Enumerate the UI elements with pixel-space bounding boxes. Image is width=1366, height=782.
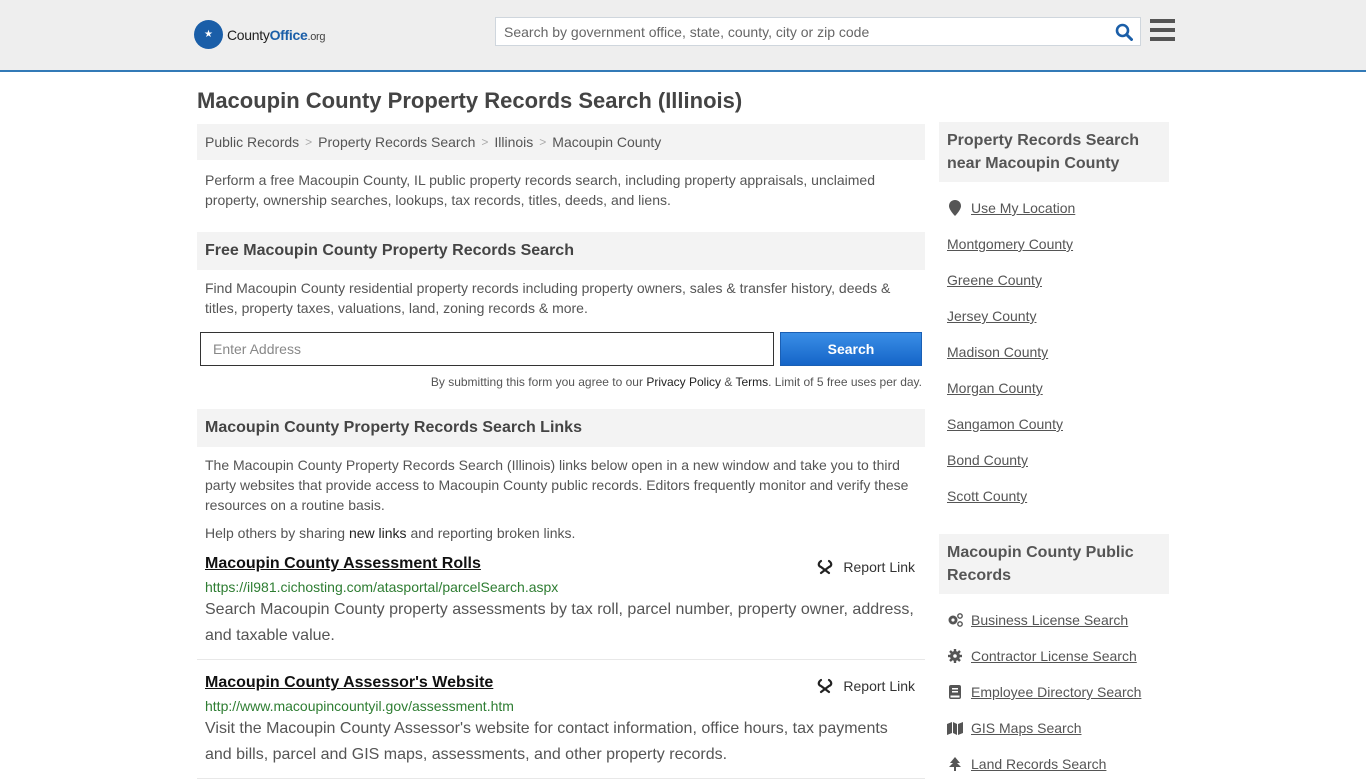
nearby-county-link[interactable]: Montgomery County: [947, 236, 1073, 252]
site-header: ★ CountyOffice.org: [0, 0, 1366, 72]
public-record-item: Business License Search: [947, 602, 1161, 638]
disclaimer-amp: &: [721, 375, 736, 389]
cogs-icon: [947, 613, 963, 627]
nearby-county-link[interactable]: Morgan County: [947, 380, 1043, 396]
public-record-item: Employee Directory Search: [947, 674, 1161, 710]
gear-icon: [947, 649, 963, 663]
form-disclaimer: By submitting this form you agree to our…: [197, 375, 925, 389]
help-text: Help others by sharing new links and rep…: [197, 515, 925, 541]
privacy-policy-link[interactable]: Privacy Policy: [646, 375, 721, 389]
disclaimer-suffix: . Limit of 5 free uses per day.: [768, 375, 922, 389]
link-description: Visit the Macoupin County Assessor's web…: [205, 720, 888, 763]
nearby-county-item: Greene County: [947, 262, 1161, 298]
nearby-county-item: Madison County: [947, 334, 1161, 370]
public-records-list: Business License Search Contractor Licen…: [939, 594, 1169, 782]
hamburger-bar: [1150, 37, 1175, 41]
public-record-item: Land Records Search: [947, 746, 1161, 782]
breadcrumb-illinois[interactable]: Illinois: [494, 134, 533, 150]
nearby-county-item: Montgomery County: [947, 226, 1161, 262]
nearby-county-item: Bond County: [947, 442, 1161, 478]
menu-button[interactable]: [1150, 19, 1175, 41]
employee-directory-search-link[interactable]: Employee Directory Search: [971, 684, 1141, 700]
help-suffix: and reporting broken links.: [406, 525, 576, 541]
nearby-list: Use My Location Montgomery County Greene…: [939, 182, 1169, 514]
use-my-location-item: Use My Location: [947, 190, 1161, 226]
hamburger-bar: [1150, 28, 1175, 32]
new-links-link[interactable]: new links: [349, 525, 407, 541]
link-url: https://il981.cichosting.com/atasportal/…: [205, 579, 559, 595]
site-search-input[interactable]: [496, 18, 1108, 45]
link-title[interactable]: Macoupin County Assessment Rolls: [205, 555, 481, 572]
map-marker-icon: [947, 200, 963, 216]
nearby-county-link[interactable]: Greene County: [947, 272, 1042, 288]
breadcrumb-separator: >: [305, 135, 313, 149]
report-link-button[interactable]: Report Link: [817, 559, 915, 575]
nearby-county-link[interactable]: Madison County: [947, 344, 1048, 360]
gis-maps-search-link[interactable]: GIS Maps Search: [971, 720, 1082, 736]
broken-link-icon: [818, 559, 833, 575]
land-records-search-link[interactable]: Land Records Search: [971, 756, 1106, 772]
disclaimer-prefix: By submitting this form you agree to our: [430, 375, 647, 389]
page-title: Macoupin County Property Records Search …: [197, 88, 743, 113]
intro-text: Perform a free Macoupin County, IL publi…: [205, 172, 875, 208]
nearby-county-link[interactable]: Sangamon County: [947, 416, 1063, 432]
link-description: Search Macoupin County property assessme…: [205, 601, 914, 644]
search-icon: [1115, 23, 1133, 41]
nearby-county-item: Sangamon County: [947, 406, 1161, 442]
links-description: The Macoupin County Property Records Sea…: [205, 457, 909, 513]
address-search-form: Search: [197, 332, 925, 366]
breadcrumb-property-records-search[interactable]: Property Records Search: [318, 134, 475, 150]
nearby-heading: Property Records Search near Macoupin Co…: [939, 122, 1169, 182]
contractor-license-search-link[interactable]: Contractor License Search: [971, 648, 1137, 664]
help-prefix: Help others by sharing: [205, 525, 349, 541]
nearby-county-item: Scott County: [947, 478, 1161, 514]
public-records-heading: Macoupin County Public Records: [939, 534, 1169, 594]
broken-link-icon: [818, 678, 833, 694]
site-logo[interactable]: ★ CountyOffice.org: [194, 20, 326, 49]
hamburger-bar: [1150, 19, 1175, 23]
search-button[interactable]: [1108, 18, 1140, 45]
site-search: [495, 17, 1141, 46]
nearby-county-link[interactable]: Scott County: [947, 488, 1027, 504]
breadcrumb-public-records[interactable]: Public Records: [205, 134, 299, 150]
main-content: Public Records > Property Records Search…: [197, 124, 925, 779]
eagle-logo-icon: ★: [194, 20, 223, 49]
free-search-heading: Free Macoupin County Property Records Se…: [197, 232, 925, 270]
breadcrumb: Public Records > Property Records Search…: [197, 124, 925, 160]
link-item: Macoupin County Assessment Rolls Report …: [197, 541, 925, 660]
tree-icon: [947, 757, 963, 771]
link-item: Macoupin County Assessor's Website Repor…: [197, 660, 925, 779]
sidebar: Property Records Search near Macoupin Co…: [939, 122, 1169, 782]
address-input[interactable]: [200, 332, 774, 366]
nearby-county-link[interactable]: Bond County: [947, 452, 1028, 468]
public-record-item: Contractor License Search: [947, 638, 1161, 674]
address-search-button[interactable]: Search: [780, 332, 922, 366]
link-title[interactable]: Macoupin County Assessor's Website: [205, 674, 493, 691]
link-url: http://www.macoupincountyil.gov/assessme…: [205, 698, 514, 714]
nearby-county-link[interactable]: Jersey County: [947, 308, 1036, 324]
use-my-location-link[interactable]: Use My Location: [971, 200, 1075, 216]
terms-link[interactable]: Terms: [735, 375, 768, 389]
breadcrumb-separator: >: [481, 135, 489, 149]
business-license-search-link[interactable]: Business License Search: [971, 612, 1128, 628]
breadcrumb-separator: >: [539, 135, 547, 149]
links-heading: Macoupin County Property Records Search …: [197, 409, 925, 447]
logo-text: CountyOffice.org: [227, 26, 326, 43]
report-link-label: Report Link: [843, 559, 915, 575]
report-link-label: Report Link: [843, 678, 915, 694]
free-search-description: Find Macoupin County residential propert…: [205, 280, 891, 316]
breadcrumb-macoupin-county[interactable]: Macoupin County: [552, 134, 661, 150]
public-record-item: GIS Maps Search: [947, 710, 1161, 746]
map-icon: [947, 721, 963, 735]
nearby-county-item: Morgan County: [947, 370, 1161, 406]
report-link-button[interactable]: Report Link: [817, 678, 915, 694]
nearby-county-item: Jersey County: [947, 298, 1161, 334]
book-icon: [947, 685, 963, 699]
